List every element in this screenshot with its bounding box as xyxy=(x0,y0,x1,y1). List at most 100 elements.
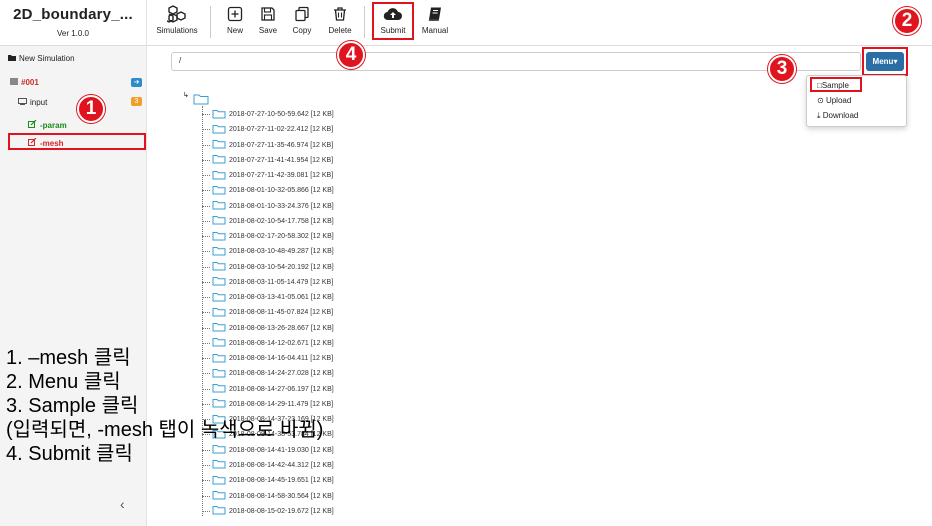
folder-icon xyxy=(212,322,226,334)
file-row-label: 2018-07-27-11-41-41.954 [12 KB] xyxy=(229,156,334,164)
simulations-button[interactable]: Simulations xyxy=(154,4,200,35)
edit-icon xyxy=(28,119,37,130)
folder-icon xyxy=(212,475,226,487)
folder-icon xyxy=(212,200,226,212)
folder-icon xyxy=(212,215,226,227)
file-row[interactable]: 2018-08-08-13-26-28.667 [12 KB] xyxy=(202,321,334,336)
tree-branch xyxy=(202,205,210,207)
path-input[interactable]: / xyxy=(171,52,861,71)
folder-icon xyxy=(212,261,226,273)
file-row[interactable]: 2018-08-03-13-41-05.061 [12 KB] xyxy=(202,290,334,305)
tree-branch xyxy=(202,129,210,131)
menu-item-download-label: Download xyxy=(822,111,859,120)
file-row-label: 2018-08-03-13-41-05.061 [12 KB] xyxy=(229,294,334,302)
tree-branch xyxy=(202,312,210,314)
step-marker-2: 2 xyxy=(893,7,921,35)
monitor-icon xyxy=(18,98,27,107)
menu-item-upload-label: Upload xyxy=(825,96,852,105)
file-row-label: 2018-08-08-13-26-28.667 [12 KB] xyxy=(229,324,334,332)
file-row[interactable]: 2018-07-27-11-42-39.081 [12 KB] xyxy=(202,168,333,183)
file-row[interactable]: 2018-07-27-11-41-41.954 [12 KB] xyxy=(202,153,333,168)
new-button[interactable]: New xyxy=(220,4,250,35)
file-row[interactable]: 2018-08-08-11-45-07.824 [12 KB] xyxy=(202,305,333,320)
file-row[interactable]: 2018-08-08-14-58-30.564 [12 KB] xyxy=(202,489,334,504)
instruction-line: (입력되면, -mesh 탭이 녹색으로 바뀜) xyxy=(6,419,324,441)
tree-branch xyxy=(202,144,210,146)
copy-button[interactable]: Copy xyxy=(286,4,318,35)
top-toolbar: 2D_boundary_... Ver 1.0.0 Simulations Ne… xyxy=(0,0,932,46)
book-icon xyxy=(418,4,452,24)
save-button[interactable]: Save xyxy=(252,4,284,35)
file-row[interactable]: 2018-08-08-14-45-19.651 [12 KB] xyxy=(202,473,334,488)
folder-icon xyxy=(212,307,226,319)
instruction-line: 2. Menu 클릭 xyxy=(6,371,121,393)
tree-branch xyxy=(202,297,210,299)
file-row[interactable]: 2018-08-03-10-54-20.192 [12 KB] xyxy=(202,260,334,275)
tree-branch xyxy=(202,220,210,222)
file-row[interactable]: 2018-07-27-11-35-46.974 [12 KB] xyxy=(202,138,333,153)
delete-button[interactable]: Delete xyxy=(324,4,356,35)
folder-icon xyxy=(212,505,226,516)
mesh-highlight xyxy=(8,133,146,150)
file-row[interactable]: 2018-08-01-10-32-05.866 [12 KB] xyxy=(202,183,334,198)
new-label: New xyxy=(226,26,243,35)
tree-branch xyxy=(202,190,210,192)
file-row-label: 2018-08-08-14-58-30.564 [12 KB] xyxy=(229,492,334,500)
file-row[interactable]: 2018-08-03-11-05-14.479 [12 KB] xyxy=(202,275,333,290)
app-root: 2D_boundary_... Ver 1.0.0 Simulations Ne… xyxy=(0,0,932,526)
collapse-chevron-icon[interactable]: ‹ xyxy=(120,496,125,512)
file-row-label: 2018-07-27-11-42-39.081 [12 KB] xyxy=(229,172,334,180)
file-row-label: 2018-08-01-10-32-05.866 [12 KB] xyxy=(229,187,334,195)
menu-item-download[interactable]: ⤓ Download xyxy=(817,111,858,121)
folder-icon xyxy=(212,490,226,502)
sim-arrow-badge[interactable]: ➔ xyxy=(131,78,142,87)
tree-branch xyxy=(202,266,210,268)
param-item[interactable]: -param xyxy=(28,119,67,130)
file-row[interactable]: 2018-08-01-10-33-24.376 [12 KB] xyxy=(202,199,334,214)
file-row[interactable]: 2018-08-02-10-54-17.758 [12 KB] xyxy=(202,214,334,229)
tree-collapse-icon[interactable]: ↳ xyxy=(183,91,189,99)
cubes-icon xyxy=(154,4,200,24)
tree-branch xyxy=(202,510,210,512)
folder-icon xyxy=(212,292,226,304)
input-item[interactable]: input xyxy=(18,98,47,107)
simulations-label: Simulations xyxy=(156,26,198,35)
tree-branch xyxy=(202,342,210,344)
instructions-overlay: 1. –mesh 클릭 2. Menu 클릭 3. Sample 클릭 (입력되… xyxy=(6,346,426,466)
new-simulation-label: New Simulation xyxy=(19,54,75,63)
new-simulation-item[interactable]: New Simulation xyxy=(8,54,75,63)
file-row-label: 2018-08-03-10-54-20.192 [12 KB] xyxy=(229,263,334,271)
folder-icon xyxy=(212,139,226,151)
manual-button[interactable]: Manual xyxy=(418,4,452,35)
floppy-disk-icon xyxy=(252,4,284,24)
copy-label: Copy xyxy=(292,26,312,35)
instruction-line: 1. –mesh 클릭 xyxy=(6,347,131,369)
tree-branch xyxy=(202,281,210,283)
file-row[interactable]: 2018-07-27-11-02-22.412 [12 KB] xyxy=(202,122,333,137)
trash-icon xyxy=(324,4,356,24)
plus-square-icon xyxy=(220,4,250,24)
file-row-label: 2018-07-27-11-02-22.412 [12 KB] xyxy=(229,126,334,134)
file-row[interactable]: 2018-08-03-10-48-49.287 [12 KB] xyxy=(202,244,334,259)
step-marker-1: 1 xyxy=(77,95,105,123)
app-version: Ver 1.0.0 xyxy=(56,29,90,38)
param-label: -param xyxy=(40,120,67,130)
folder-icon xyxy=(212,185,226,197)
file-row[interactable]: 2018-08-02-17-20-58.302 [12 KB] xyxy=(202,229,334,244)
file-row-label: 2018-08-02-17-20-58.302 [12 KB] xyxy=(229,233,334,241)
file-row-label: 2018-08-03-10-48-49.287 [12 KB] xyxy=(229,248,334,256)
toolbar-divider xyxy=(364,6,365,38)
tree-branch xyxy=(202,175,210,177)
folder-icon xyxy=(212,246,226,258)
file-row-label: 2018-08-02-10-54-17.758 [12 KB] xyxy=(229,217,334,225)
step-marker-3: 3 xyxy=(768,55,796,83)
file-row[interactable]: 2018-08-08-15-02-19.672 [12 KB] xyxy=(202,504,334,516)
upload-icon: ⊙ xyxy=(817,96,824,105)
tree-branch xyxy=(202,114,210,115)
file-row[interactable]: 2018-07-27-10-50-59.642 [12 KB] xyxy=(202,107,334,122)
step-marker-4: 4 xyxy=(337,41,365,69)
menu-item-upload[interactable]: ⊙ Upload xyxy=(817,96,851,105)
file-row-label: 2018-08-01-10-33-24.376 [12 KB] xyxy=(229,202,334,210)
simulation-item[interactable]: #001 xyxy=(10,78,39,87)
tree-branch xyxy=(202,495,210,497)
